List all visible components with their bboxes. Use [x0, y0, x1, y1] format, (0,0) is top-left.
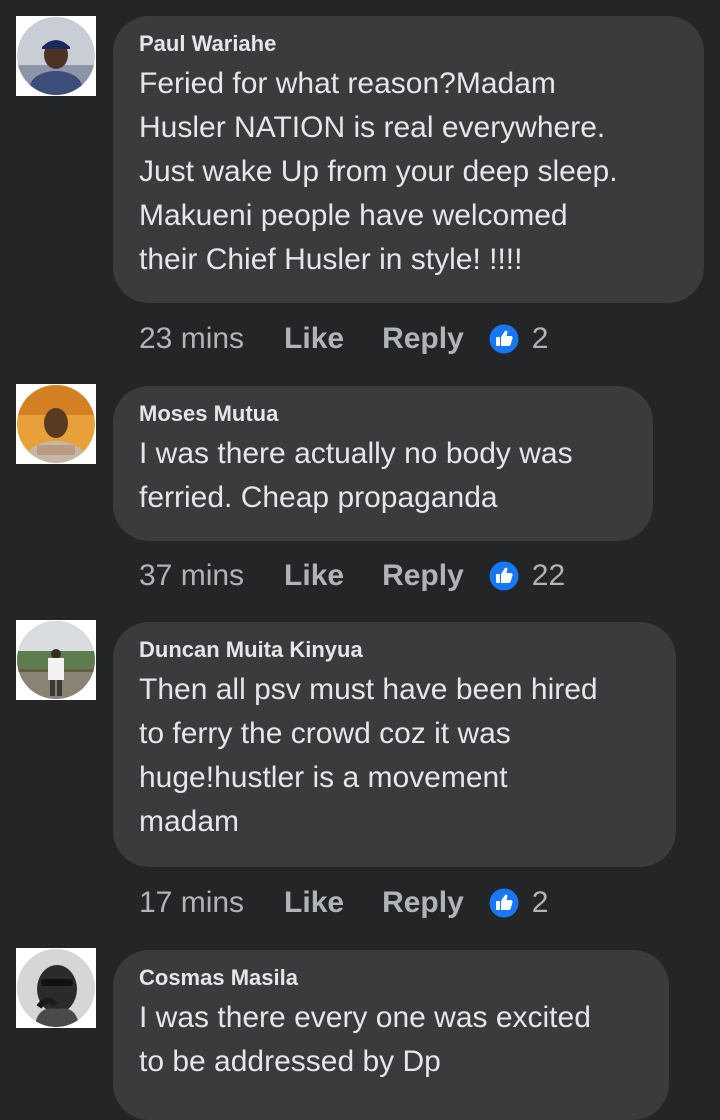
comment-bubble: Cosmas Masila I was there every one was …: [113, 950, 669, 1120]
avatar[interactable]: [16, 620, 96, 700]
comment-time[interactable]: 23 mins: [139, 322, 244, 356]
avatar-image-icon: [17, 949, 95, 1027]
like-button[interactable]: Like: [284, 322, 344, 356]
comment-text: Then all psv must have been hired to fer…: [139, 673, 598, 838]
avatar[interactable]: [16, 948, 96, 1028]
reply-button[interactable]: Reply: [382, 559, 464, 593]
comment-author[interactable]: Paul Wariahe: [139, 30, 678, 58]
avatar[interactable]: [16, 384, 96, 464]
thumbs-up-icon[interactable]: [488, 560, 520, 592]
avatar-photo: [17, 621, 95, 699]
avatar[interactable]: [16, 16, 96, 96]
comment-actions: 23 mins Like Reply 2: [139, 319, 548, 359]
reaction-count[interactable]: 2: [532, 886, 549, 920]
comment-author[interactable]: Cosmas Masila: [139, 964, 643, 992]
comment-author[interactable]: Duncan Muita Kinyua: [139, 636, 650, 664]
comment-time[interactable]: 37 mins: [139, 559, 244, 593]
avatar-photo: [17, 385, 95, 463]
comment-text: I was there every one was excited to be …: [139, 1001, 591, 1078]
avatar-image-icon: [17, 621, 95, 699]
thumbs-up-icon[interactable]: [488, 323, 520, 355]
comment-author[interactable]: Moses Mutua: [139, 400, 627, 428]
reaction-count[interactable]: 22: [532, 559, 565, 593]
comment-actions: 17 mins Like Reply 2: [139, 883, 548, 923]
like-button[interactable]: Like: [284, 886, 344, 920]
reaction-count[interactable]: 2: [532, 322, 549, 356]
comment-actions: 37 mins Like Reply 22: [139, 556, 565, 596]
comment-bubble: Moses Mutua I was there actually no body…: [113, 386, 653, 541]
like-button[interactable]: Like: [284, 559, 344, 593]
avatar-image-icon: [17, 385, 95, 463]
thumbs-up-icon[interactable]: [488, 887, 520, 919]
avatar-image-icon: [17, 17, 95, 95]
comment-text: I was there actually no body was ferried…: [139, 437, 573, 514]
avatar-photo: [17, 17, 95, 95]
comment-bubble: Duncan Muita Kinyua Then all psv must ha…: [113, 622, 676, 867]
comment-bubble: Paul Wariahe Feried for what reason?Mada…: [113, 16, 704, 303]
avatar-photo: [17, 949, 95, 1027]
reply-button[interactable]: Reply: [382, 322, 464, 356]
reply-button[interactable]: Reply: [382, 886, 464, 920]
comment-text: Feried for what reason?Madam Husler NATI…: [139, 67, 618, 276]
comment-time[interactable]: 17 mins: [139, 886, 244, 920]
